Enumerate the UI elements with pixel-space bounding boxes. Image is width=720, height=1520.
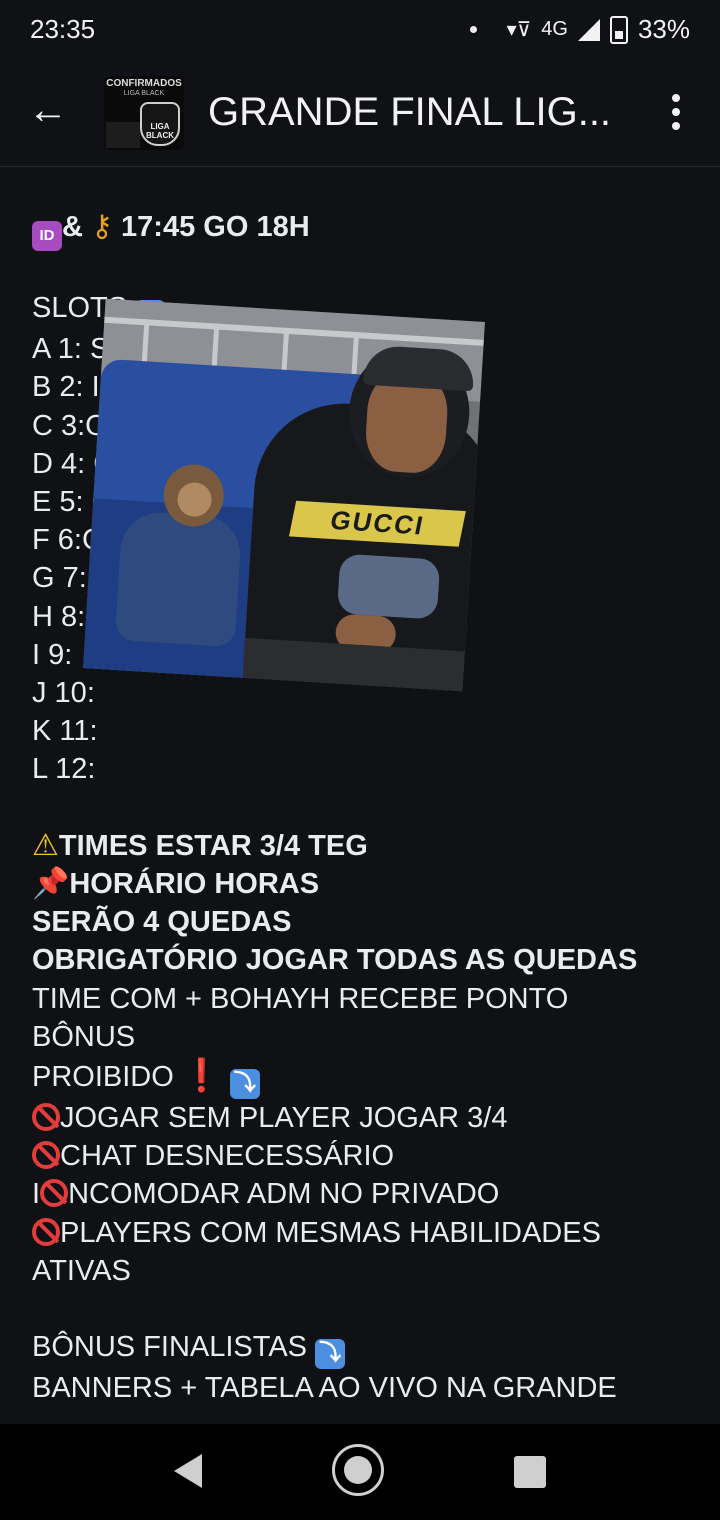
slot-line: K 11: bbox=[32, 715, 98, 748]
rule-line-cont: ATIVAS bbox=[32, 1254, 131, 1287]
avatar-image-block bbox=[106, 122, 140, 148]
nav-recents-icon[interactable] bbox=[514, 1456, 546, 1488]
warning-emoji-icon: ⚠ bbox=[32, 828, 59, 862]
signal-icon bbox=[577, 18, 600, 41]
rule-line: CHAT DESNECESSÁRIO bbox=[32, 1137, 692, 1175]
avatar-subtitle: LIGA BLACK bbox=[123, 90, 165, 97]
rule-line: JOGAR SEM PLAYER JOGAR 3/4 bbox=[32, 1099, 692, 1137]
prohibited-emoji-icon bbox=[32, 1141, 60, 1170]
notification-dot-icon bbox=[469, 26, 477, 33]
shield-logo-icon: LIGA BLACK bbox=[140, 102, 180, 146]
nav-home-icon[interactable] bbox=[332, 1444, 384, 1496]
avatar-title: CONFIRMADOS bbox=[106, 78, 182, 89]
down-arrow-emoji-icon: ⤵ bbox=[315, 1339, 346, 1370]
quedas-line: SERÃO 4 QUEDAS bbox=[32, 906, 292, 939]
avatar-badge-text: LIGA BLACK bbox=[146, 122, 174, 140]
chat-header: ← CONFIRMADOS LIGA BLACK LIGA BLACK GRAN… bbox=[0, 60, 720, 167]
bonus-line: TIME COM + BOHAYH RECEBE PONTO bbox=[32, 982, 569, 1015]
more-options-icon[interactable] bbox=[664, 94, 688, 134]
time-line: ID & ⚷ 17:45 GO 18H bbox=[32, 208, 692, 251]
network-type: 4G bbox=[541, 18, 568, 40]
status-icons: ▾⊽ 4G 33% bbox=[469, 14, 690, 45]
finalistas-line: BÔNUS FINALISTAS ⤵ bbox=[32, 1328, 692, 1370]
slot-line: L 12: bbox=[32, 753, 96, 786]
status-time: 23:35 bbox=[30, 14, 96, 44]
exclamation-emoji-icon: ❗ bbox=[181, 1057, 222, 1094]
warning-line: ⚠TIMES ESTAR 3/4 TEG bbox=[32, 828, 368, 862]
wifi-icon: ▾⊽ bbox=[506, 19, 532, 41]
proibido-line: PROIBIDO ❗ ⤵ bbox=[32, 1056, 692, 1100]
back-arrow-icon[interactable]: ← bbox=[28, 88, 76, 136]
monkey bbox=[114, 510, 243, 648]
status-bar: 23:35 ▾⊽ 4G 33% bbox=[0, 0, 720, 60]
battery-percent: 33% bbox=[637, 14, 690, 44]
prohibited-emoji-icon bbox=[32, 1217, 60, 1246]
battery-icon bbox=[609, 15, 628, 44]
pushpin-emoji-icon: 📌 bbox=[32, 867, 70, 901]
obrigatorio-line: OBRIGATÓRIO JOGAR TODAS AS QUEDAS bbox=[32, 944, 638, 977]
bonus-line-cont: BÔNUS bbox=[32, 1020, 136, 1053]
chat-title[interactable]: GRANDE FINAL LIG... bbox=[208, 90, 611, 135]
sticker-image[interactable]: GUCCI bbox=[83, 298, 485, 692]
id-emoji-icon: ID bbox=[32, 221, 62, 251]
nav-back-icon[interactable] bbox=[174, 1454, 202, 1488]
prohibited-emoji-icon bbox=[40, 1179, 69, 1208]
navigation-bar bbox=[0, 1424, 720, 1520]
pin-line: 📌HORÁRIO HORAS bbox=[32, 867, 320, 901]
group-avatar[interactable]: CONFIRMADOS LIGA BLACK LIGA BLACK bbox=[104, 76, 184, 150]
prohibited-emoji-icon bbox=[32, 1103, 60, 1132]
down-arrow-emoji-icon: ⤵ bbox=[229, 1069, 260, 1100]
key-emoji-icon: ⚷ bbox=[91, 210, 113, 243]
rule-line: I NCOMODAR ADM NO PRIVADO bbox=[32, 1178, 500, 1211]
rule-line: PLAYERS COM MESMAS HABILIDADES bbox=[32, 1214, 692, 1252]
banners-line: BANNERS + TABELA AO VIVO NA GRANDE bbox=[32, 1372, 617, 1405]
